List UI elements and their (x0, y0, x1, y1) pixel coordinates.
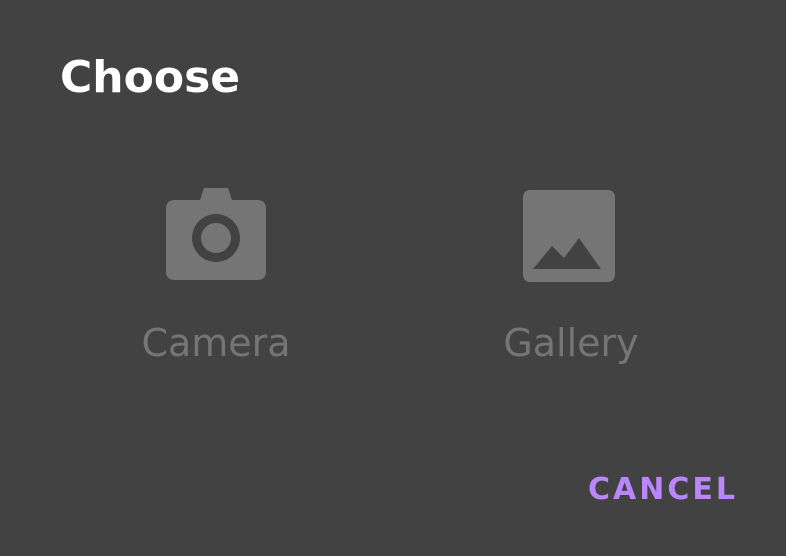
choose-dialog: Choose Camera Gallery CANCEL (0, 0, 786, 556)
gallery-option[interactable]: Gallery (451, 182, 691, 382)
camera-label: Camera (141, 321, 291, 365)
cancel-button[interactable]: CANCEL (586, 468, 740, 512)
camera-option[interactable]: Camera (96, 182, 336, 382)
gallery-label: Gallery (503, 321, 639, 365)
camera-icon (166, 188, 266, 280)
dialog-title: Choose (60, 52, 241, 103)
image-icon (523, 190, 615, 282)
